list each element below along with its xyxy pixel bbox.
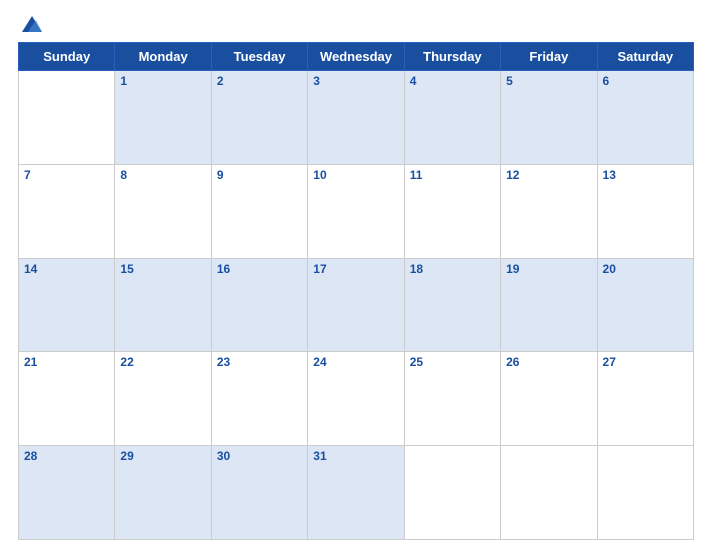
calendar-cell: 22 — [115, 352, 211, 446]
week-row-2: 7 8 9 10 11 12 13 — [19, 164, 694, 258]
day-number: 6 — [603, 74, 610, 88]
day-number: 2 — [217, 74, 224, 88]
calendar-cell: 13 — [597, 164, 693, 258]
calendar-cell: 23 — [211, 352, 307, 446]
day-number: 13 — [603, 168, 616, 182]
day-number: 25 — [410, 355, 423, 369]
weekday-header-thursday: Thursday — [404, 43, 500, 71]
calendar-cell: 21 — [19, 352, 115, 446]
logo — [18, 10, 50, 38]
calendar-cell: 24 — [308, 352, 404, 446]
calendar-cell: 6 — [597, 71, 693, 165]
calendar-cell: 2 — [211, 71, 307, 165]
calendar-cell: 1 — [115, 71, 211, 165]
day-number: 18 — [410, 262, 423, 276]
logo-icon — [18, 10, 46, 38]
day-number: 16 — [217, 262, 230, 276]
day-number: 17 — [313, 262, 326, 276]
calendar-cell: 31 — [308, 446, 404, 540]
day-number: 27 — [603, 355, 616, 369]
calendar-cell: 11 — [404, 164, 500, 258]
calendar-cell: 19 — [501, 258, 597, 352]
day-number: 20 — [603, 262, 616, 276]
calendar-cell: 28 — [19, 446, 115, 540]
day-number: 8 — [120, 168, 127, 182]
calendar-cell — [404, 446, 500, 540]
calendar-cell: 30 — [211, 446, 307, 540]
day-number: 9 — [217, 168, 224, 182]
weekday-header-tuesday: Tuesday — [211, 43, 307, 71]
header — [18, 10, 694, 38]
calendar-cell: 20 — [597, 258, 693, 352]
calendar-cell: 26 — [501, 352, 597, 446]
day-number: 24 — [313, 355, 326, 369]
day-number: 23 — [217, 355, 230, 369]
weekday-header-sunday: Sunday — [19, 43, 115, 71]
calendar-table: SundayMondayTuesdayWednesdayThursdayFrid… — [18, 42, 694, 540]
week-row-3: 14 15 16 17 18 19 20 — [19, 258, 694, 352]
day-number: 4 — [410, 74, 417, 88]
calendar-cell: 29 — [115, 446, 211, 540]
calendar-cell — [19, 71, 115, 165]
week-row-5: 28 29 30 31 — [19, 446, 694, 540]
day-number: 29 — [120, 449, 133, 463]
calendar-cell: 25 — [404, 352, 500, 446]
day-number: 28 — [24, 449, 37, 463]
day-number: 30 — [217, 449, 230, 463]
calendar-cell: 14 — [19, 258, 115, 352]
calendar-cell: 5 — [501, 71, 597, 165]
day-number: 19 — [506, 262, 519, 276]
calendar-cell: 12 — [501, 164, 597, 258]
day-number: 5 — [506, 74, 513, 88]
day-number: 1 — [120, 74, 127, 88]
calendar-cell: 3 — [308, 71, 404, 165]
calendar-cell: 4 — [404, 71, 500, 165]
day-number: 7 — [24, 168, 31, 182]
calendar-cell: 17 — [308, 258, 404, 352]
calendar-cell: 10 — [308, 164, 404, 258]
day-number: 12 — [506, 168, 519, 182]
calendar-cell: 16 — [211, 258, 307, 352]
day-number: 22 — [120, 355, 133, 369]
day-number: 15 — [120, 262, 133, 276]
day-number: 3 — [313, 74, 320, 88]
week-row-1: 1 2 3 4 5 6 — [19, 71, 694, 165]
calendar-cell: 8 — [115, 164, 211, 258]
calendar-cell: 15 — [115, 258, 211, 352]
calendar-cell: 27 — [597, 352, 693, 446]
calendar-cell — [501, 446, 597, 540]
weekday-header-wednesday: Wednesday — [308, 43, 404, 71]
weekday-header-saturday: Saturday — [597, 43, 693, 71]
calendar-cell: 18 — [404, 258, 500, 352]
calendar-cell — [597, 446, 693, 540]
day-number: 10 — [313, 168, 326, 182]
week-row-4: 21 22 23 24 25 26 27 — [19, 352, 694, 446]
weekday-header-monday: Monday — [115, 43, 211, 71]
calendar-cell: 7 — [19, 164, 115, 258]
calendar-cell: 9 — [211, 164, 307, 258]
day-number: 21 — [24, 355, 37, 369]
weekday-header-friday: Friday — [501, 43, 597, 71]
day-number: 26 — [506, 355, 519, 369]
day-number: 31 — [313, 449, 326, 463]
weekday-header-row: SundayMondayTuesdayWednesdayThursdayFrid… — [19, 43, 694, 71]
day-number: 11 — [410, 168, 423, 182]
day-number: 14 — [24, 262, 37, 276]
